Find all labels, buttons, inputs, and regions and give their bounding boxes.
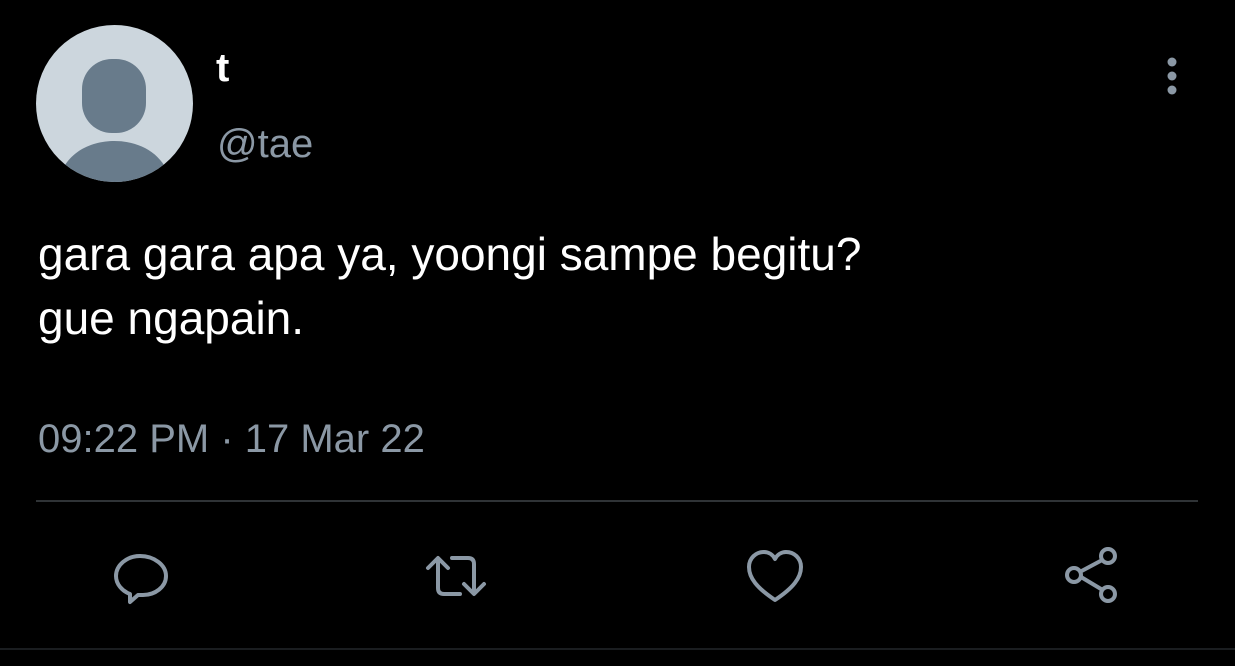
display-name[interactable]: t	[216, 44, 229, 92]
share-nodes-icon	[1065, 547, 1117, 603]
reply-button[interactable]	[110, 544, 174, 608]
vertical-ellipsis-icon	[1167, 57, 1177, 95]
tweet-text: gara gara apa ya, yoongi sampe begitu? g…	[38, 228, 862, 344]
like-button[interactable]	[743, 544, 807, 608]
default-profile-icon	[58, 59, 171, 182]
heart-icon	[747, 550, 803, 602]
divider	[36, 500, 1198, 502]
tweet-detail: t @tae gara gara apa ya, yoongi sampe be…	[0, 0, 1235, 666]
bottom-divider	[0, 648, 1235, 650]
tweet-timestamp[interactable]: 09:22 PM · 17 Mar 22	[38, 414, 425, 464]
share-button[interactable]	[1060, 544, 1124, 608]
retweet-button[interactable]	[424, 544, 488, 608]
avatar[interactable]	[36, 25, 193, 182]
retweet-arrows-icon	[426, 556, 486, 596]
more-options-button[interactable]	[1150, 52, 1194, 100]
speech-bubble-icon	[114, 554, 168, 604]
user-handle[interactable]: @tae	[217, 120, 313, 168]
